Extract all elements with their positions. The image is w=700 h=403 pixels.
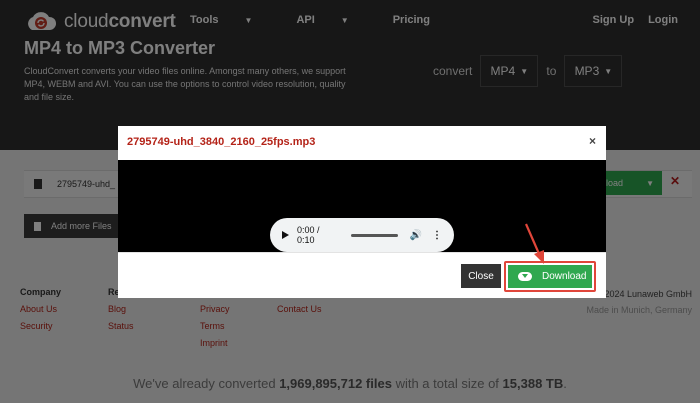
volume-icon[interactable]: 🔊 xyxy=(410,230,422,241)
close-button[interactable]: Close xyxy=(461,264,501,288)
download-button-label: Download xyxy=(542,271,587,282)
cloud-download-icon xyxy=(518,272,532,281)
audio-player: 0:00 / 0:10 🔊 ⋮ xyxy=(270,218,454,252)
audio-progress-slider[interactable] xyxy=(350,233,398,237)
annotation-arrow-icon xyxy=(524,223,544,264)
close-icon[interactable]: × xyxy=(589,134,596,148)
play-icon[interactable] xyxy=(282,231,289,239)
download-button[interactable]: Download xyxy=(508,265,592,288)
more-options-icon[interactable]: ⋮ xyxy=(432,230,442,241)
audio-time: 0:00 / 0:10 xyxy=(297,225,320,245)
preview-modal: 2795749-uhd_3840_2160_25fps.mp3 × 0:00 /… xyxy=(118,126,606,298)
modal-title: 2795749-uhd_3840_2160_25fps.mp3 xyxy=(127,136,316,148)
